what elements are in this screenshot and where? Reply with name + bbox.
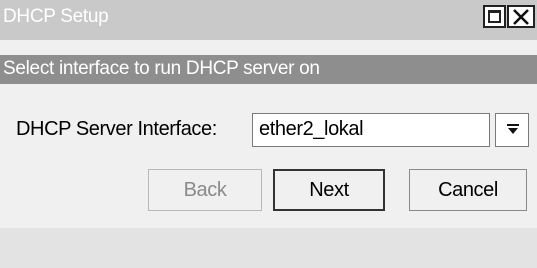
restore-icon — [488, 10, 501, 23]
interface-dropdown-button[interactable] — [495, 113, 529, 147]
interface-label: DHCP Server Interface: — [16, 118, 217, 140]
window-title: DHCP Setup — [3, 6, 109, 27]
cancel-button[interactable]: Cancel — [409, 169, 527, 211]
next-button[interactable]: Next — [273, 169, 385, 211]
interface-select[interactable]: ether2_lokal — [252, 113, 490, 147]
section-header-text: Select interface to run DHCP server on — [3, 58, 320, 79]
dropdown-arrow-icon — [507, 124, 519, 134]
close-button[interactable] — [507, 5, 535, 28]
interface-select-value: ether2_lokal — [259, 118, 364, 140]
back-button[interactable]: Back — [148, 169, 262, 211]
status-bar — [0, 228, 537, 268]
section-header: Select interface to run DHCP server on — [0, 55, 537, 84]
close-icon — [513, 9, 529, 25]
restore-button[interactable] — [483, 5, 506, 28]
title-bar[interactable]: DHCP Setup — [0, 0, 537, 40]
